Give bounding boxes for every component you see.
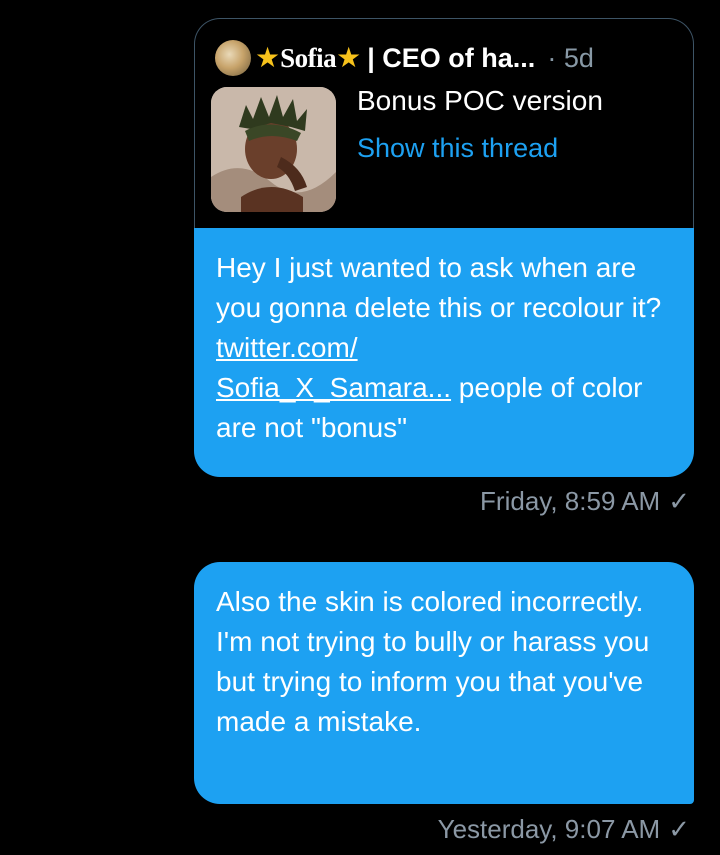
message-timestamp: Friday, 8:59 AM [480, 486, 661, 516]
message-text: Hey I just wanted to ask when are you go… [216, 252, 662, 323]
star-icon: ★ [255, 42, 281, 73]
quoted-tweet-header: ★ Sofia ★ | CEO of ha... · 5d [215, 39, 685, 77]
message-bubble: Hey I just wanted to ask when are you go… [194, 228, 694, 477]
quoted-tweet-text: Bonus POC version [357, 85, 603, 116]
link-part[interactable]: Sofia_X_Samara... [216, 372, 451, 403]
author-avatar[interactable] [215, 40, 251, 76]
author-name-rest[interactable]: | CEO of ha... [367, 43, 535, 74]
message-meta: Friday, 8:59 AM ✓ [480, 486, 690, 517]
sent-check-icon: ✓ [668, 486, 690, 516]
sent-check-icon: ✓ [668, 814, 690, 844]
time-separator: · [547, 42, 557, 73]
link-part[interactable]: twitter.com/ [216, 332, 358, 363]
tweet-link[interactable]: twitter.com/Sofia_X_Samara... [216, 332, 451, 403]
star-icon: ★ [336, 42, 362, 73]
show-thread-link[interactable]: Show this thread [357, 133, 558, 164]
message-bubble: Also the skin is colored incorrectly. I'… [194, 562, 694, 804]
tweet-age: 5d [563, 42, 594, 73]
message-meta: Yesterday, 9:07 AM ✓ [438, 814, 690, 845]
message-text: Also the skin is colored incorrectly. I'… [216, 586, 650, 737]
author-name[interactable]: Sofia [280, 43, 337, 74]
tweet-thumbnail[interactable] [211, 87, 336, 212]
message-timestamp: Yesterday, 9:07 AM [437, 814, 661, 844]
quoted-tweet-card[interactable]: ★ Sofia ★ | CEO of ha... · 5d Bonus POC … [194, 18, 694, 228]
tweet-time: · 5d [547, 43, 594, 74]
